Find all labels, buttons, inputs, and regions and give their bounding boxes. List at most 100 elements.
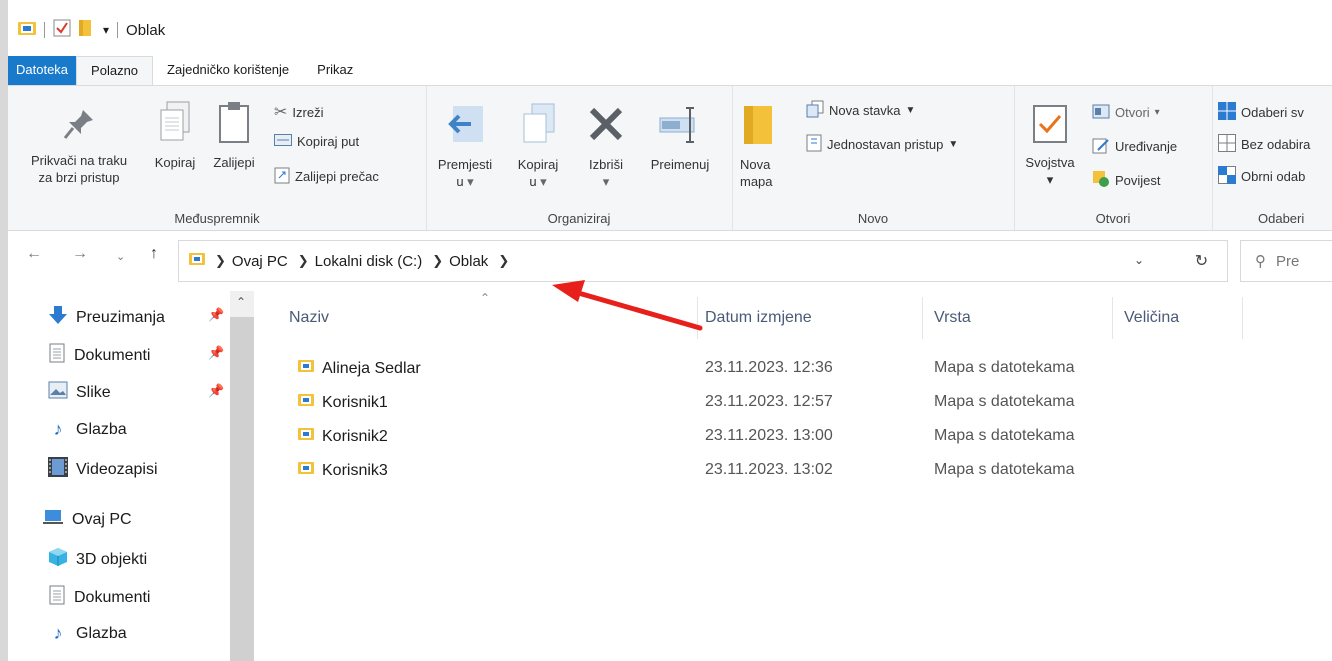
sidebar-item-documents[interactable]: Dokumenti: [48, 343, 150, 368]
copy-pages-icon: [145, 100, 205, 148]
customize-quick-access-icon[interactable]: ▾: [103, 23, 109, 37]
window-title: Oblak: [126, 21, 166, 39]
back-arrow-icon[interactable]: ←: [26, 245, 42, 263]
document-icon: [48, 343, 66, 368]
table-row[interactable]: Korisnik3 23.11.2023. 13:02 Mapa s datot…: [254, 453, 1332, 487]
pin-icon: [10, 106, 148, 146]
breadcrumb-chevron-icon[interactable]: ❯: [298, 253, 309, 269]
download-arrow-icon: [48, 305, 68, 330]
column-header-date[interactable]: Datum izmjene: [705, 309, 812, 327]
pin-icon[interactable]: 📌: [208, 307, 224, 323]
sidebar-item-3d-objects[interactable]: 3D objekti: [48, 547, 147, 572]
select-all-icon: [1218, 102, 1236, 123]
column-header-name[interactable]: Naziv: [289, 309, 329, 327]
group-label-select: Odaberi: [1258, 211, 1305, 226]
new-folder-button[interactable]: Nova mapa: [740, 102, 786, 190]
sidebar-item-label: Glazba: [76, 420, 127, 438]
move-to-button[interactable]: Premjesti u ▾: [430, 102, 500, 190]
sidebar-item-label: Slike: [76, 383, 111, 401]
rename-button[interactable]: Preimenuj: [640, 102, 720, 173]
address-bar[interactable]: ❯ Ovaj PC ❯ Lokalni disk (C:) ❯ Oblak ❯: [178, 240, 1228, 282]
scroll-up-icon[interactable]: ⌃: [236, 295, 246, 309]
group-open: Svojstva ▾ Otvori ▾ Uređivanje Povijest Ot…: [1014, 86, 1213, 230]
properties-button[interactable]: Svojstva ▾: [1018, 104, 1082, 188]
sidebar-item-downloads[interactable]: Preuzimanja: [48, 305, 165, 330]
paste-button[interactable]: Zalijepi: [206, 100, 262, 171]
select-none-button[interactable]: Bez odabira: [1218, 134, 1310, 155]
column-header-size[interactable]: Veličina: [1124, 309, 1179, 327]
tab-view[interactable]: Prikaz: [303, 56, 367, 86]
cube-3d-icon: [48, 547, 68, 572]
breadcrumb-chevron-icon[interactable]: ❯: [215, 253, 226, 269]
pin-quick-access-button[interactable]: Prikvači na traku za brzi pristup: [10, 106, 148, 186]
copy-label: Kopiraj: [154, 155, 196, 170]
sidebar-item-label: Glazba: [76, 624, 127, 642]
new-folder-icon: [744, 102, 786, 150]
forward-arrow-icon[interactable]: →: [72, 245, 88, 263]
tab-file[interactable]: Datoteka: [8, 56, 77, 86]
breadcrumb-chevron-icon[interactable]: ❯: [432, 253, 443, 269]
invert-selection-button[interactable]: Obrni odab: [1218, 166, 1305, 187]
cut-label: Izreži: [292, 104, 324, 120]
group-clipboard: Prikvači na traku za brzi pristup Kopira…: [8, 86, 427, 230]
edit-label: Uređivanje: [1115, 139, 1178, 154]
tab-share[interactable]: Zajedničko korištenje: [153, 56, 303, 86]
search-box[interactable]: ⚲ Pre: [1240, 240, 1332, 282]
cut-button[interactable]: ✂ Izreži: [274, 102, 323, 122]
sidebar-item-pc-documents[interactable]: Dokumenti: [48, 585, 150, 610]
rename-icon: [640, 102, 720, 150]
sidebar-item-label: 3D objekti: [76, 550, 148, 568]
sidebar-item-pc-music[interactable]: ♪ Glazba: [48, 623, 127, 644]
navigation-pane-scrollbar[interactable]: ⌃: [230, 291, 254, 661]
tab-home[interactable]: Polazno: [76, 56, 154, 86]
delete-button[interactable]: Izbriši ▾: [578, 102, 634, 190]
properties-label: Svojstva: [1025, 155, 1075, 170]
breadcrumb-chevron-icon[interactable]: ❯: [498, 253, 509, 269]
move-to-icon: [430, 102, 500, 150]
address-dropdown-chevron-icon[interactable]: ⌄: [1134, 253, 1144, 267]
copy-button[interactable]: Kopiraj: [145, 100, 205, 171]
music-note-icon: ♪: [53, 419, 63, 439]
sidebar-item-music[interactable]: ♪ Glazba: [48, 419, 127, 440]
easy-access-button[interactable]: Jednostavan pristup ▼: [806, 134, 958, 155]
ribbon-tabs: Datoteka Polazno Zajedničko korištenje P…: [8, 56, 1332, 86]
copy-path-button[interactable]: Kopiraj put: [274, 134, 359, 149]
history-button[interactable]: Povijest: [1092, 170, 1161, 191]
breadcrumb-local-disk[interactable]: Lokalni disk (C:): [315, 253, 423, 270]
recent-locations-chevron-icon[interactable]: ⌄: [116, 250, 125, 263]
file-name: Korisnik3: [322, 461, 388, 479]
pin-icon[interactable]: 📌: [208, 383, 224, 399]
sidebar-item-videos[interactable]: Videozapisi: [48, 457, 158, 482]
refresh-button[interactable]: ↻: [1176, 240, 1228, 282]
copy-to-button[interactable]: Kopiraj u ▾: [506, 102, 570, 190]
file-type: Mapa s datotekama: [934, 427, 1075, 444]
easy-access-label: Jednostavan pristup: [827, 137, 944, 152]
edit-button[interactable]: Uređivanje: [1092, 136, 1177, 157]
checkbox-properties-icon[interactable]: [53, 19, 71, 41]
column-header-type[interactable]: Vrsta: [934, 309, 971, 327]
sidebar-item-pictures[interactable]: Slike: [48, 381, 111, 404]
scrollbar-thumb[interactable]: [230, 317, 254, 661]
up-arrow-icon[interactable]: ↑: [150, 245, 158, 263]
paste-shortcut-button[interactable]: Zalijepi prečac: [274, 166, 379, 187]
sidebar-item-this-pc[interactable]: Ovaj PC: [42, 509, 132, 530]
file-date: 23.11.2023. 12:57: [705, 393, 833, 410]
file-type: Mapa s datotekama: [934, 359, 1075, 376]
table-row[interactable]: Alineja Sedlar 23.11.2023. 12:36 Mapa s …: [254, 351, 1332, 385]
video-film-icon: [48, 457, 68, 482]
address-folder-icon: [189, 252, 205, 270]
pin-icon[interactable]: 📌: [208, 345, 224, 361]
select-all-button[interactable]: Odaberi sv: [1218, 102, 1304, 123]
table-row[interactable]: Korisnik2 23.11.2023. 13:00 Mapa s datot…: [254, 419, 1332, 453]
table-row[interactable]: Korisnik1 23.11.2023. 12:57 Mapa s datot…: [254, 385, 1332, 419]
clipboard-paste-icon: [206, 100, 262, 148]
open-button[interactable]: Otvori ▾: [1092, 102, 1160, 123]
file-name-cell: Korisnik1: [298, 393, 388, 412]
new-folder-quick-icon[interactable]: [79, 19, 93, 41]
new-item-button[interactable]: Nova stavka ▼: [806, 100, 915, 121]
group-label-clipboard: Međuspremnik: [174, 211, 260, 226]
breadcrumb-oblak[interactable]: Oblak: [449, 253, 488, 270]
group-label-organize: Organiziraj: [547, 211, 611, 226]
file-name: Korisnik1: [322, 393, 388, 411]
breadcrumb-this-pc[interactable]: Ovaj PC: [232, 253, 288, 270]
